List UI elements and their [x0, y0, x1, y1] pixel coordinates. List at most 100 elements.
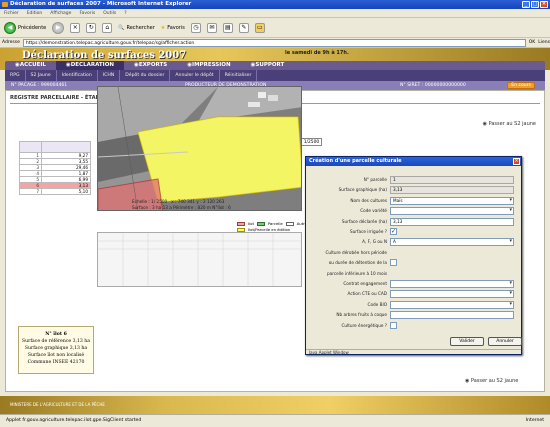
parcel-grid-panel[interactable] [97, 232, 302, 287]
nav-accueil[interactable]: ◉ACCUEIL [5, 61, 56, 70]
form-label: Nom des cultures [350, 197, 387, 203]
favorites-button[interactable]: ★ Favoris [161, 25, 185, 31]
ilot-table: 1 9,27 2 3,55 3 29,46 4 1,87 5 6,99 6 3,13 7 5,… [19, 141, 91, 195]
form-select[interactable] [390, 280, 514, 288]
address-label: Adresse [2, 40, 20, 45]
passer-s2-jaune-link-bottom[interactable]: ◉ Passer au S2 jaune [465, 378, 518, 384]
form-input[interactable] [390, 311, 514, 320]
links-label[interactable]: Liens [538, 40, 550, 45]
form-row: Contrat engagement [306, 280, 521, 289]
back-arrow-icon: ◀ [4, 21, 16, 34]
status-zone: Internet [525, 418, 544, 423]
form-checkbox[interactable]: ✓ [390, 228, 397, 235]
siret-number: N° SIRET : 00000000000000 [400, 83, 466, 88]
menu-affichage[interactable]: Affichage [50, 9, 71, 17]
subnav-annuler-depot[interactable]: Annuler le dépôt [170, 70, 220, 81]
legend-edition-swatch [237, 227, 245, 232]
form-checkbox[interactable] [390, 321, 397, 329]
form-select[interactable]: Maïs [390, 196, 514, 205]
menu-edition[interactable]: Edition [27, 9, 43, 17]
creation-parcelle-dialog: Création d'une parcelle culturale × N° p… [305, 156, 522, 355]
form-row: Culture dérobée hors période [306, 249, 521, 258]
window-titlebar: Déclaration de surfaces 2007 - Microsoft… [0, 0, 550, 9]
legend-ilot-swatch [237, 221, 245, 226]
subnav-ichn[interactable]: ICHN [98, 70, 121, 81]
form-input: 1 [390, 176, 514, 184]
form-select[interactable] [390, 290, 514, 299]
stop-icon[interactable]: × [70, 22, 81, 33]
form-row: Culture énergétique ? [306, 321, 521, 331]
subnav-s2-jaune[interactable]: S2 Jaune [26, 70, 57, 81]
print-icon[interactable]: ▤ [222, 22, 233, 33]
empty-grid [98, 233, 301, 286]
form-select[interactable]: A [390, 238, 514, 247]
maximize-button[interactable]: □ [531, 1, 539, 8]
subnav-rpg[interactable]: RPG [5, 70, 26, 81]
form-label: Action CTE ou CAD [347, 291, 387, 297]
surface-reference: Surface de référence 3,13 ha [22, 339, 90, 344]
valider-button[interactable]: Valider [450, 337, 484, 346]
home-icon[interactable]: ⌂ [102, 22, 113, 33]
annuler-button[interactable]: Annuler [488, 337, 522, 346]
form-label: Surface déclarée (ha) [341, 218, 387, 224]
form-label: ou durée de détention de la [328, 260, 387, 266]
menu-help[interactable]: ? [124, 9, 126, 17]
legend-parcelle: Parcelle [267, 221, 283, 226]
ilot-number: N° îlot 6 [45, 332, 67, 337]
scale-select[interactable]: 1/2500 [300, 138, 323, 146]
nav-impression[interactable]: ◉IMPRESSION [177, 61, 240, 70]
subnav-reinitialiser[interactable]: Réinitialiser [220, 70, 258, 81]
form-row: Surface irriguée ? ✓ [306, 228, 521, 237]
surface-non-localise: Surface îlot non localisé [27, 353, 85, 358]
go-button[interactable]: OK [529, 40, 536, 45]
favorites-label: Favoris [167, 24, 185, 31]
browser-toolbar: ◀ Précédente ▶ × ↻ ⌂ 🔍 Rechercher ★ Favo… [0, 18, 550, 38]
form-row: Nb arbres fruits à coque [306, 311, 521, 320]
address-input[interactable]: https://demonstration.telepac.agricultur… [22, 38, 526, 47]
form-label: A, F, G ou N [362, 239, 387, 245]
form-checkbox[interactable] [390, 259, 397, 267]
edit-icon[interactable]: ✎ [238, 22, 249, 33]
table-row[interactable]: 7 5,10 [19, 188, 91, 195]
subnav-identification[interactable]: Identification [57, 70, 98, 81]
map-legend: Ilot Parcelle Autre Ilot/Parcelle en édi… [237, 221, 307, 232]
passer-s2-jaune-link-top[interactable]: ◉ Passer au S2 jaune [483, 121, 536, 127]
nav-exports[interactable]: ◉EXPORTS [124, 61, 177, 70]
form-row: Action CTE ou CAD [306, 290, 521, 299]
footer-band: MINISTERE DE L'AGRICULTURE ET DE LA PÊCH… [0, 396, 550, 414]
menu-favoris[interactable]: Favoris [79, 9, 95, 17]
back-button[interactable]: ◀ Précédente [4, 21, 46, 34]
form-row: ou durée de détention de la [306, 259, 521, 268]
minimize-button[interactable]: _ [522, 1, 530, 8]
form-select[interactable] [390, 300, 514, 309]
commune-insee: Commune INSEE 42170 [27, 360, 85, 365]
mail-icon[interactable]: ✉ [206, 22, 217, 33]
forward-button[interactable]: ▶ [52, 21, 65, 34]
pacage-number: N° PACAGE : 999004461 [11, 83, 68, 88]
site-logo-title: Déclaration de surfaces 2007 [22, 50, 187, 61]
form-label: Code variété [360, 208, 387, 214]
status-badge: En cours [507, 82, 535, 89]
form-select[interactable] [390, 207, 514, 216]
menu-outils[interactable]: Outils [103, 9, 116, 17]
form-label: parcelle inférieure à 10 mois [326, 270, 387, 276]
form-row: Surface graphique (ha) 3,13 [306, 186, 521, 195]
nav-support[interactable]: ◉SUPPORT [241, 61, 295, 70]
menu-fichier[interactable]: Fichier [4, 9, 19, 17]
refresh-icon[interactable]: ↻ [86, 22, 97, 33]
nav-declaration[interactable]: ◉DECLARATION [55, 61, 124, 70]
form-input[interactable]: 3,13 [390, 217, 514, 226]
folder-icon[interactable]: ▭ [254, 22, 265, 33]
form-row: N° parcelle 1 [306, 176, 521, 185]
window-title: Déclaration de surfaces 2007 - Microsoft… [10, 1, 192, 7]
map-surface: Surface : 3 ha 13 a Périmètre : 820 m N°… [132, 204, 231, 210]
form-input: 3,13 [390, 186, 514, 195]
close-button[interactable]: × [540, 1, 548, 8]
dialog-close-button[interactable]: × [513, 158, 520, 165]
history-icon[interactable]: ◷ [190, 22, 201, 33]
form-label: Nb arbres fruits à coque [336, 312, 387, 318]
subnav-depot[interactable]: Dépôt du dossier [120, 70, 171, 81]
search-button[interactable]: 🔍 Rechercher [118, 25, 155, 31]
aerial-map[interactable] [97, 86, 302, 211]
form-label: Culture énergétique ? [341, 322, 387, 328]
